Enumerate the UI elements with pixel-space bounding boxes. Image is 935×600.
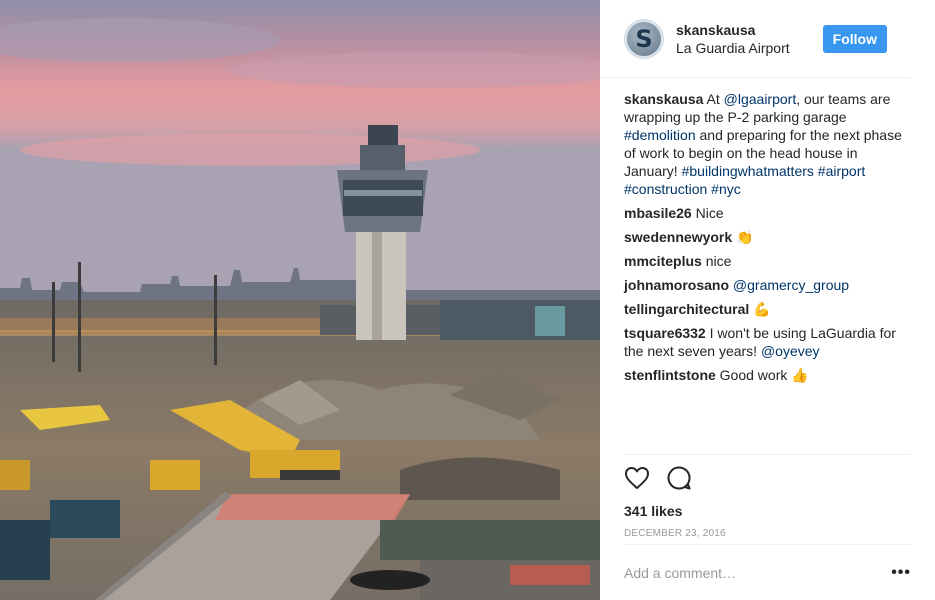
header-text: skanskausa La Guardia Airport [676, 21, 823, 57]
comment-bubble-icon[interactable] [666, 465, 692, 491]
comment-input[interactable] [624, 564, 884, 581]
thumbs-up-icon: 👍 [791, 368, 809, 384]
comment-item: mbasile26 Nice [624, 204, 911, 222]
caption-text: At [703, 91, 724, 107]
comment-mention[interactable]: @gramercy_group [733, 277, 849, 293]
post-date: December 23, 2016 [624, 528, 726, 539]
caption-hashtag[interactable]: #airport [818, 163, 865, 179]
header-username[interactable]: skanskausa [676, 21, 823, 39]
post-actions: 341 likes December 23, 2016 ••• [624, 454, 911, 600]
comment-item: tellingarchitectural 💪 [624, 300, 911, 318]
header-location[interactable]: La Guardia Airport [676, 39, 823, 57]
comment-username[interactable]: tellingarchitectural [624, 301, 749, 317]
instagram-post: S skanskausa La Guardia Airport Follow s… [0, 0, 935, 600]
comment-username[interactable]: mbasile26 [624, 205, 692, 221]
comment-item: tsquare6332 I won't be using LaGuardia f… [624, 324, 911, 360]
comment-text: nice [701, 253, 732, 269]
comment-item: mmciteplus nice [624, 252, 911, 270]
follow-button[interactable]: Follow [822, 24, 887, 53]
comment-text: Good work [715, 367, 792, 383]
add-comment-bar: ••• [624, 544, 911, 600]
comment-username[interactable]: swedennewyork [624, 229, 732, 245]
caption-hashtag[interactable]: #demolition [624, 127, 696, 143]
caption-hashtag[interactable]: #nyc [711, 181, 741, 197]
comment-username[interactable]: mmciteplus [624, 253, 702, 269]
comment-item: swedennewyork 👏 [624, 228, 911, 246]
comment-mention[interactable]: @oyevey [761, 343, 820, 359]
post-header: S skanskausa La Guardia Airport Follow [600, 0, 911, 78]
comment-username[interactable]: stenflintstone [624, 367, 716, 383]
skanska-logo-icon: S [627, 21, 661, 56]
comment-username[interactable]: johnamorosano [624, 277, 729, 293]
post-photo-illustration [0, 0, 600, 600]
flexed-biceps-icon: 💪 [753, 302, 771, 318]
action-icons [624, 463, 911, 493]
post-photo[interactable] [0, 0, 600, 600]
caption-hashtag[interactable]: #construction [624, 181, 707, 197]
heart-icon[interactable] [624, 466, 650, 490]
clapping-hands-icon: 👏 [736, 230, 754, 246]
comment-text: Nice [691, 205, 724, 221]
caption-username[interactable]: skanskausa [624, 91, 703, 107]
comment-username[interactable]: tsquare6332 [624, 325, 706, 341]
more-options-icon[interactable]: ••• [883, 564, 911, 582]
comment-item: johnamorosano @gramercy_group [624, 276, 911, 294]
likes-count[interactable]: 341 likes [624, 503, 911, 519]
caption: skanskausa At @lgaairport, our teams are… [624, 90, 911, 198]
avatar[interactable]: S [624, 18, 664, 59]
caption-hashtag[interactable]: #buildingwhatmatters [682, 163, 814, 179]
comment-item: stenflintstone Good work 👍 [624, 366, 911, 384]
caption-mention[interactable]: @lgaairport [724, 91, 797, 107]
post-sidebar: S skanskausa La Guardia Airport Follow s… [600, 0, 935, 600]
comments-section: skanskausa At @lgaairport, our teams are… [600, 78, 935, 454]
